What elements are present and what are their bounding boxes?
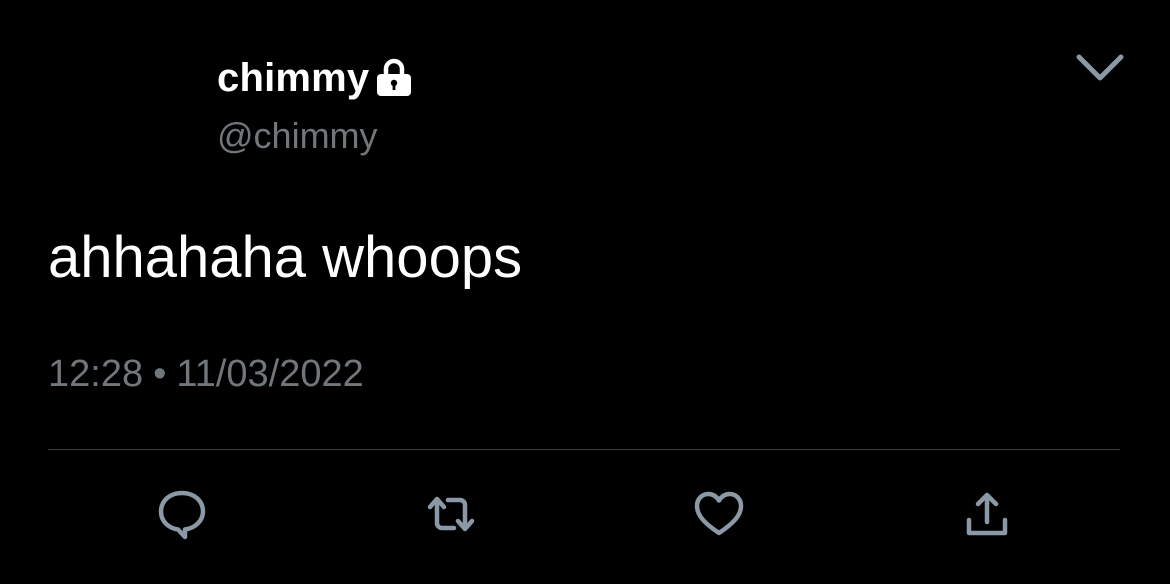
lock-icon <box>375 58 413 98</box>
heart-icon <box>692 487 746 546</box>
tweet-date[interactable]: 11/03/2022 <box>176 353 363 395</box>
more-options-button[interactable] <box>1070 45 1130 95</box>
retweet-button[interactable] <box>419 484 483 548</box>
user-handle[interactable]: @chimmy <box>217 112 378 160</box>
action-bar <box>0 484 1170 548</box>
tweet-text: ahhahaha whoops <box>48 225 523 290</box>
reply-icon <box>155 487 209 546</box>
share-icon <box>960 487 1014 546</box>
divider <box>48 449 1120 450</box>
retweet-icon <box>424 487 478 546</box>
share-button[interactable] <box>955 484 1019 548</box>
author-name-row: chimmy <box>217 52 413 104</box>
tweet-card: chimmy @chimmy ahhahaha whoops 12:28 • 11/… <box>0 0 1170 584</box>
meta-separator: • <box>153 353 167 395</box>
reply-button[interactable] <box>150 484 214 548</box>
display-name[interactable]: chimmy <box>217 52 369 104</box>
like-button[interactable] <box>687 484 751 548</box>
tweet-time[interactable]: 12:28 <box>48 353 143 395</box>
tweet-meta: 12:28 • 11/03/2022 <box>48 348 364 400</box>
chevron-down-icon <box>1075 53 1125 88</box>
